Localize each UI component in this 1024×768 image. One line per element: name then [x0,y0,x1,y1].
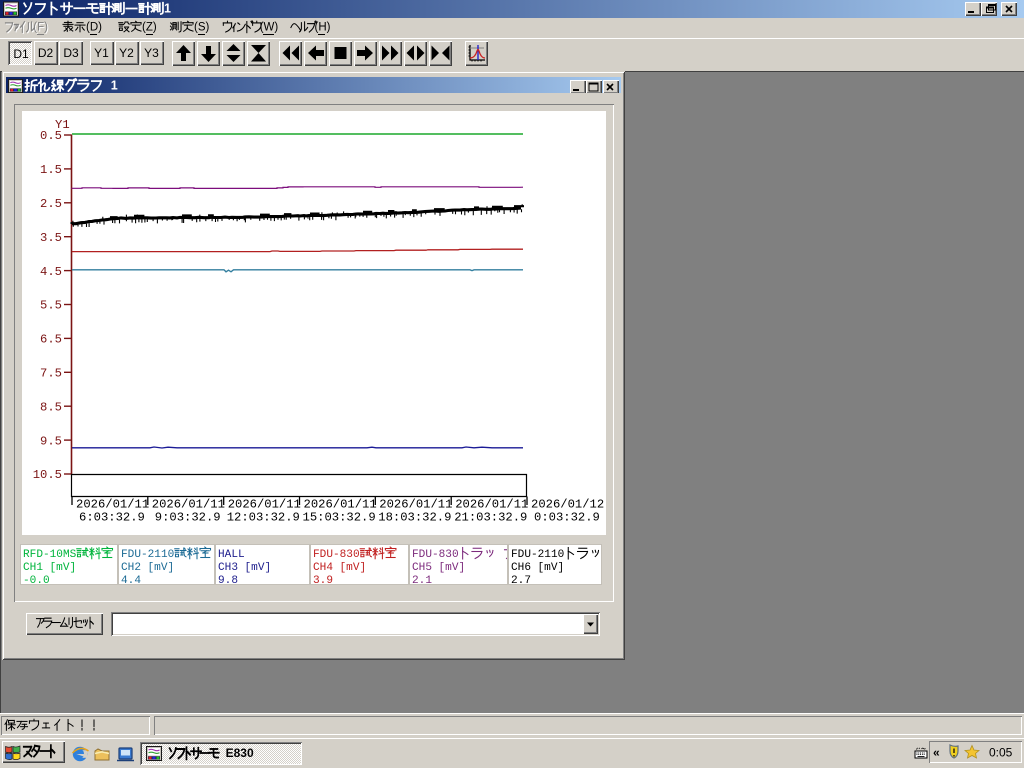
svg-text:-0.0: -0.0 [23,575,50,584]
svg-text:1: 1 [164,1,171,15]
svg-text:6:03:32.9: 6:03:32.9 [79,511,145,525]
svg-text:9:03:32.9: 9:03:32.9 [155,511,221,525]
svg-text:18:03:32.9: 18:03:32.9 [378,511,451,525]
svg-text:2.7: 2.7 [511,575,531,584]
svg-text:9.8: 9.8 [218,575,238,584]
svg-text:[mV]: [mV] [245,562,272,574]
svg-text:6.5: 6.5 [40,333,62,347]
svg-text:7.5: 7.5 [40,367,62,381]
svg-text:E830: E830 [226,746,254,760]
svg-text:[mV]: [mV] [50,562,77,574]
svg-text:[mV]: [mV] [537,562,564,574]
svg-text:15:03:32.9: 15:03:32.9 [303,511,376,525]
svg-text:9.5: 9.5 [40,434,62,448]
svg-text:2026/01/11: 2026/01/11 [228,498,301,512]
svg-text:0:03:32.9: 0:03:32.9 [534,511,600,525]
svg-text:12:03:32.9: 12:03:32.9 [227,511,300,525]
svg-text:2.1: 2.1 [412,575,432,584]
svg-text:21:03:32.9: 21:03:32.9 [454,511,527,525]
svg-text:(H): (H) [315,22,331,34]
svg-text:3.5: 3.5 [40,231,62,245]
svg-text:1: 1 [111,78,118,92]
svg-text:2026/01/11: 2026/01/11 [152,498,225,512]
svg-text:[mV]: [mV] [147,562,174,574]
svg-text:2026/01/11: 2026/01/11 [76,498,149,512]
svg-text:(F): (F) [33,22,48,34]
svg-text:4.5: 4.5 [40,265,62,279]
svg-text:Y1: Y1 [55,118,70,132]
svg-text:8.5: 8.5 [40,400,62,414]
svg-text:(Z): (Z) [142,22,157,34]
svg-text:1.5: 1.5 [40,163,62,177]
svg-text:(S): (S) [194,22,210,34]
svg-text:2026/01/11: 2026/01/11 [455,498,528,512]
svg-text:(D): (D) [86,22,102,34]
svg-text:2.5: 2.5 [40,197,62,211]
svg-text:10.5: 10.5 [33,468,62,482]
svg-text:3.9: 3.9 [313,575,333,584]
svg-text:2026/01/11: 2026/01/11 [304,498,377,512]
svg-text:«: « [933,746,940,760]
svg-text:[mV]: [mV] [340,562,367,574]
svg-text:0:05: 0:05 [989,746,1013,760]
svg-text:2026/01/11: 2026/01/11 [379,498,452,512]
svg-text:2026/01/12: 2026/01/12 [531,498,604,512]
svg-text:[mV]: [mV] [438,562,465,574]
svg-text:4.4: 4.4 [121,575,141,584]
svg-text:5.5: 5.5 [40,299,62,313]
svg-text:(W): (W) [260,22,279,34]
